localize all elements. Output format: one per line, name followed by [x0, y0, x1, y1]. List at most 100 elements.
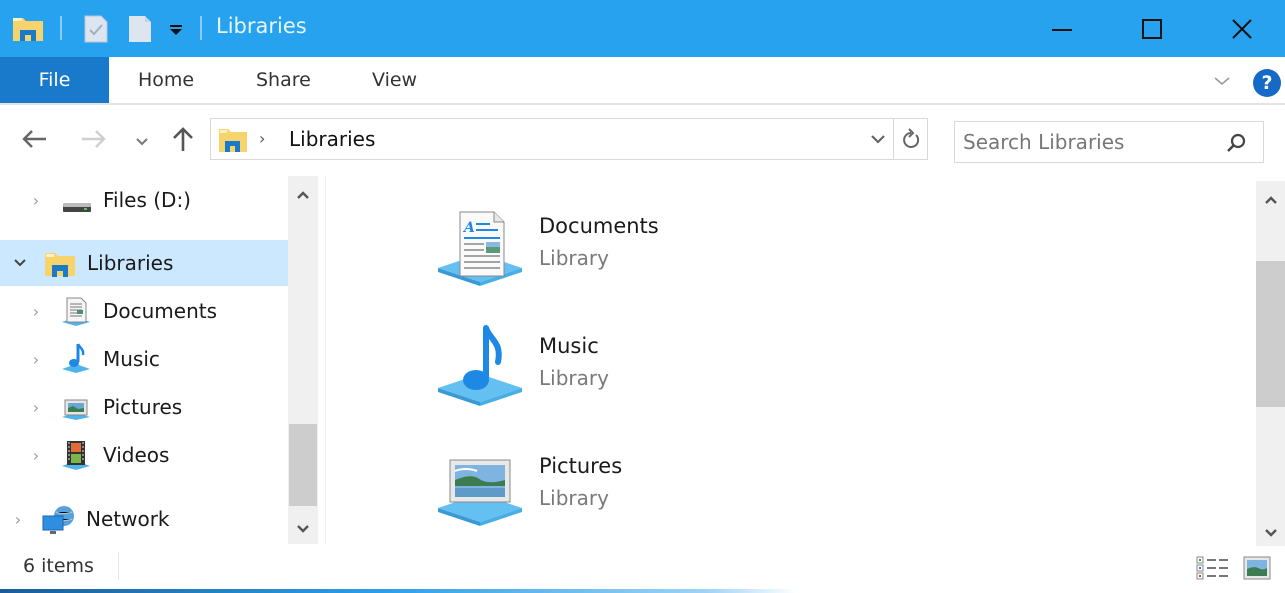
tree-item-label: Videos — [103, 443, 170, 467]
recent-locations-button[interactable] — [134, 133, 150, 152]
content-scrollbar[interactable] — [1256, 181, 1285, 546]
library-name: Pictures — [539, 454, 623, 478]
chevron-right-icon[interactable]: › — [28, 446, 44, 465]
ribbon: File Home Share View ? — [0, 57, 1285, 105]
arrow-up-icon — [173, 127, 193, 151]
library-item-pictures[interactable]: Pictures Library — [436, 440, 836, 530]
library-type: Library — [539, 486, 609, 510]
up-button[interactable] — [170, 125, 196, 157]
search-icon[interactable] — [1225, 132, 1247, 158]
expand-ribbon-button[interactable] — [1212, 73, 1232, 92]
address-history-button[interactable] — [869, 131, 887, 150]
item-count: 6 items — [23, 555, 94, 577]
tree-item-label: Documents — [103, 299, 218, 323]
close-icon — [1232, 18, 1252, 39]
refresh-icon — [903, 128, 920, 148]
navigation-pane: › Files (D:) Libraries › Documents › Mus… — [0, 176, 288, 544]
properties-quick-icon[interactable] — [83, 0, 109, 57]
breadcrumb-libraries[interactable]: Libraries — [289, 127, 375, 151]
tab-view[interactable]: View — [372, 69, 417, 91]
library-item-documents[interactable]: A Documents Library — [436, 200, 836, 290]
new-folder-quick-icon[interactable] — [127, 0, 153, 57]
help-button[interactable]: ? — [1253, 69, 1281, 97]
library-name: Music — [539, 334, 599, 358]
tree-item-libraries[interactable]: Libraries — [0, 240, 288, 286]
refresh-button[interactable] — [900, 128, 922, 154]
navigation-pane-scrollbar[interactable] — [288, 176, 318, 544]
pictures-library-icon — [436, 454, 526, 532]
forward-button[interactable] — [80, 127, 108, 155]
details-view-icon — [1196, 556, 1228, 580]
documents-library-icon: A — [436, 208, 526, 292]
breadcrumb-separator-icon[interactable]: › — [259, 129, 265, 148]
minimize-button[interactable] — [1017, 0, 1107, 57]
search-input[interactable] — [963, 128, 1213, 156]
chevron-down-icon — [1214, 77, 1230, 86]
tree-item-documents[interactable]: › Documents — [0, 288, 288, 334]
library-type: Library — [539, 366, 609, 390]
chevron-down-icon — [871, 135, 885, 144]
maximize-button[interactable] — [1107, 0, 1197, 57]
tab-file[interactable]: File — [0, 57, 109, 103]
libraries-folder-icon — [218, 127, 248, 157]
libraries-icon — [44, 250, 76, 283]
tree-item-label: Files (D:) — [103, 188, 191, 212]
network-icon — [42, 504, 76, 541]
address-bar[interactable]: › Libraries — [210, 118, 928, 160]
large-icons-view-button[interactable] — [1243, 556, 1271, 584]
status-bar: 6 items — [0, 546, 1285, 588]
tab-home[interactable]: Home — [138, 69, 194, 91]
chevron-down-icon[interactable] — [12, 255, 28, 271]
videos-icon — [60, 439, 92, 476]
arrow-left-icon — [22, 130, 46, 148]
help-icon: ? — [1261, 72, 1273, 94]
chevron-right-icon[interactable]: › — [28, 350, 44, 369]
arrow-right-icon — [82, 130, 106, 148]
pane-divider — [325, 176, 326, 544]
details-view-button[interactable] — [1196, 556, 1230, 584]
close-button[interactable] — [1197, 0, 1285, 57]
tree-item-music[interactable]: › Music — [0, 336, 288, 382]
tree-item-network[interactable]: › Network — [0, 496, 288, 542]
scroll-up-arrow-icon[interactable] — [295, 186, 311, 205]
minimize-icon — [1052, 28, 1072, 31]
library-item-music[interactable]: Music Library — [436, 320, 836, 410]
chevron-down-icon — [136, 138, 148, 146]
scroll-down-arrow-icon[interactable] — [295, 520, 311, 539]
documents-icon — [60, 296, 92, 331]
separator — [200, 16, 202, 40]
pictures-icon — [60, 396, 92, 425]
window-title: Libraries — [216, 14, 307, 38]
scroll-down-arrow-icon[interactable] — [1263, 524, 1279, 543]
tree-item-files-d[interactable]: › Files (D:) — [0, 177, 288, 223]
chevron-right-icon[interactable]: › — [28, 398, 44, 417]
explorer-folder-icon[interactable] — [12, 0, 44, 57]
chevron-right-icon[interactable]: › — [28, 191, 44, 210]
separator — [60, 16, 62, 40]
navigation-bar: › Libraries — [0, 107, 1285, 174]
customize-toolbar-icon[interactable] — [168, 0, 184, 57]
tab-share[interactable]: Share — [256, 69, 311, 91]
tree-item-label: Libraries — [87, 251, 174, 275]
large-icons-view-icon — [1243, 556, 1271, 580]
maximize-icon — [1142, 18, 1162, 39]
music-icon — [60, 342, 92, 379]
tree-item-label: Music — [103, 347, 160, 371]
search-box[interactable] — [954, 121, 1264, 163]
chevron-right-icon[interactable]: › — [28, 302, 44, 321]
chevron-right-icon[interactable]: › — [10, 510, 26, 529]
drive-icon — [62, 195, 92, 219]
library-type: Library — [539, 246, 609, 270]
scroll-up-arrow-icon[interactable] — [1263, 191, 1279, 210]
music-library-icon — [436, 324, 526, 412]
window-bottom-border — [0, 589, 1285, 593]
title-bar: Libraries — [0, 0, 1285, 57]
scrollbar-thumb[interactable] — [1256, 261, 1285, 407]
divider — [118, 552, 119, 580]
back-button[interactable] — [20, 127, 48, 155]
scrollbar-thumb[interactable] — [289, 424, 317, 506]
tree-item-pictures[interactable]: › Pictures — [0, 384, 288, 430]
divider — [893, 119, 894, 159]
library-name: Documents — [539, 214, 659, 238]
tree-item-videos[interactable]: › Videos — [0, 432, 288, 478]
